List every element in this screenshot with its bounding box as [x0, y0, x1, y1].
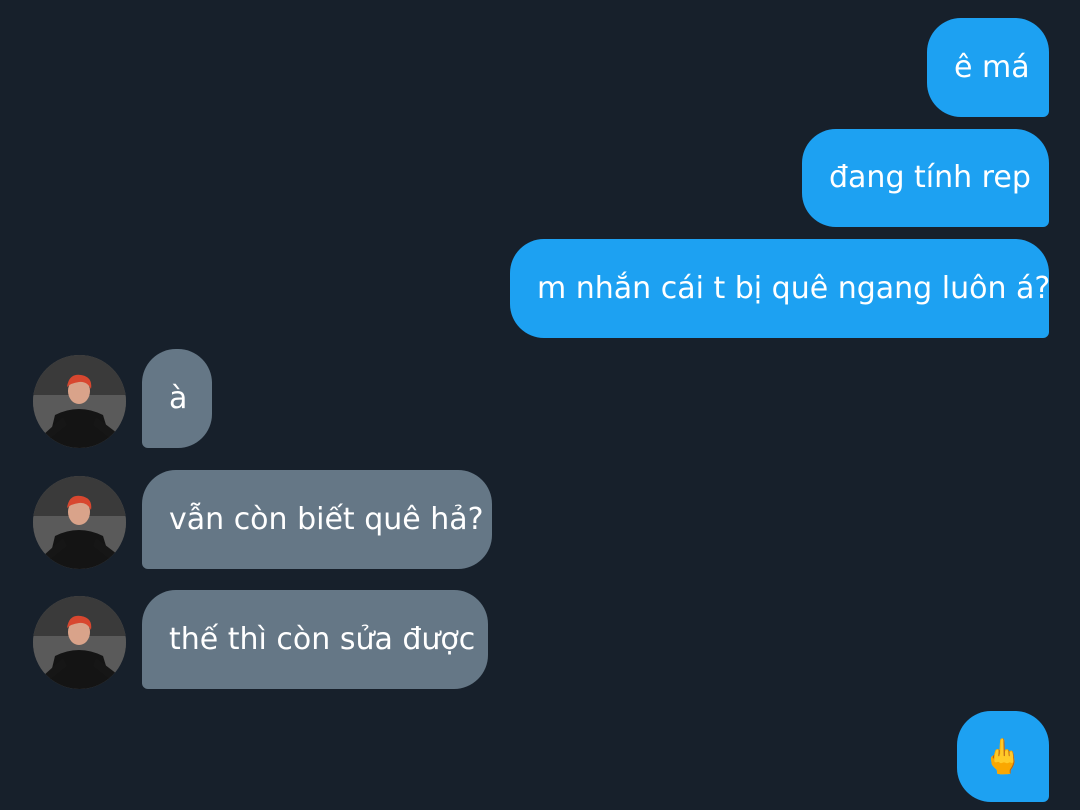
- emoji-message: 🖕: [981, 736, 1025, 777]
- sent-message-bubble[interactable]: 🖕: [957, 711, 1049, 802]
- message-text: m nhắn cái t bị quê ngang luôn á?: [537, 270, 1051, 306]
- message-text: vẫn còn biết quê hả?: [169, 501, 484, 537]
- message-text: ê má: [954, 49, 1030, 85]
- sent-message-bubble[interactable]: m nhắn cái t bị quê ngang luôn á?: [510, 239, 1051, 338]
- contact-avatar[interactable]: [33, 476, 126, 569]
- contact-avatar[interactable]: [33, 596, 126, 689]
- chat-thread: ê má đang tính rep m nhắn cái t bị quê n…: [0, 0, 1080, 810]
- message-text: à: [169, 380, 188, 416]
- avatar-photo-icon: [33, 476, 126, 569]
- sent-message-bubble[interactable]: đang tính rep: [802, 129, 1049, 227]
- contact-avatar[interactable]: [33, 355, 126, 448]
- message-text: đang tính rep: [829, 160, 1031, 195]
- sent-message-bubble[interactable]: ê má: [927, 18, 1049, 117]
- received-message-bubble[interactable]: vẫn còn biết quê hả?: [142, 470, 492, 569]
- avatar-photo-icon: [33, 355, 126, 448]
- avatar-photo-icon: [33, 596, 126, 689]
- received-message-bubble[interactable]: à: [142, 349, 212, 448]
- message-text: thế thì còn sửa được: [169, 621, 476, 657]
- received-message-bubble[interactable]: thế thì còn sửa được: [142, 590, 488, 689]
